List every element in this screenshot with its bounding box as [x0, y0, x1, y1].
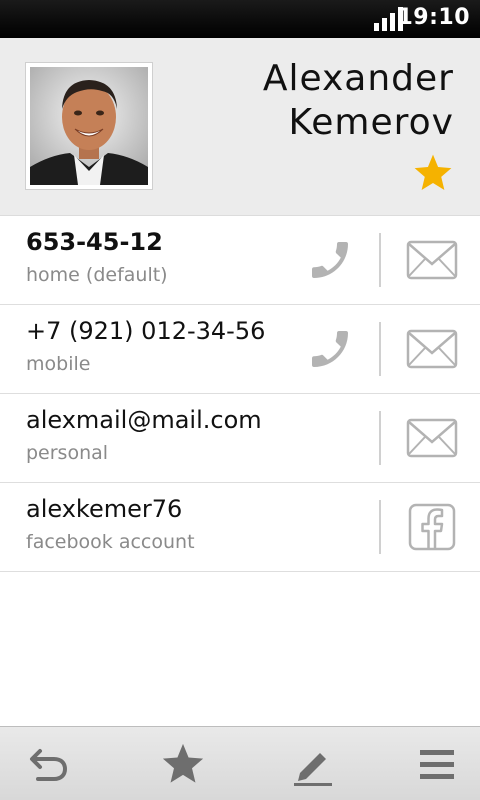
contact-entry-row[interactable]: +7 (921) 012-34-56 mobile: [0, 305, 480, 394]
bottom-action-bar: [0, 726, 480, 800]
contact-entry-row[interactable]: alexmail@mail.com personal: [0, 394, 480, 483]
edit-pencil-icon[interactable]: [290, 741, 336, 787]
facebook-icon[interactable]: [408, 503, 456, 551]
call-icon[interactable]: [306, 236, 354, 284]
contact-first-name: Alexander: [262, 58, 454, 99]
entry-value: alexmail@mail.com: [26, 406, 262, 434]
entry-label: personal: [26, 442, 109, 464]
entry-value: +7 (921) 012-34-56: [26, 317, 266, 345]
contact-photo[interactable]: [25, 62, 153, 190]
divider: [379, 411, 381, 465]
contact-entry-row[interactable]: alexkemer76 facebook account: [0, 483, 480, 572]
menu-icon[interactable]: [414, 741, 460, 787]
status-bar: 19:10: [0, 0, 480, 38]
contact-entry-row[interactable]: 653-45-12 home (default): [0, 216, 480, 305]
mail-icon[interactable]: [406, 327, 458, 371]
divider: [379, 500, 381, 554]
entry-value: alexkemer76: [26, 495, 183, 523]
clock: 19:10: [397, 5, 470, 30]
back-icon[interactable]: [26, 741, 72, 787]
contact-header: Alexander Kemerov: [0, 38, 480, 216]
divider: [379, 322, 381, 376]
entry-label: home (default): [26, 264, 168, 286]
favorite-star-icon[interactable]: [412, 152, 454, 194]
contact-photo-image: [30, 67, 148, 185]
call-icon[interactable]: [306, 325, 354, 373]
entry-value: 653-45-12: [26, 228, 163, 256]
contact-last-name: Kemerov: [288, 102, 454, 143]
entry-label: facebook account: [26, 531, 195, 553]
mail-icon[interactable]: [406, 238, 458, 282]
favorite-star-icon[interactable]: [160, 741, 206, 787]
entry-label: mobile: [26, 353, 91, 375]
mail-icon[interactable]: [406, 416, 458, 460]
divider: [379, 233, 381, 287]
